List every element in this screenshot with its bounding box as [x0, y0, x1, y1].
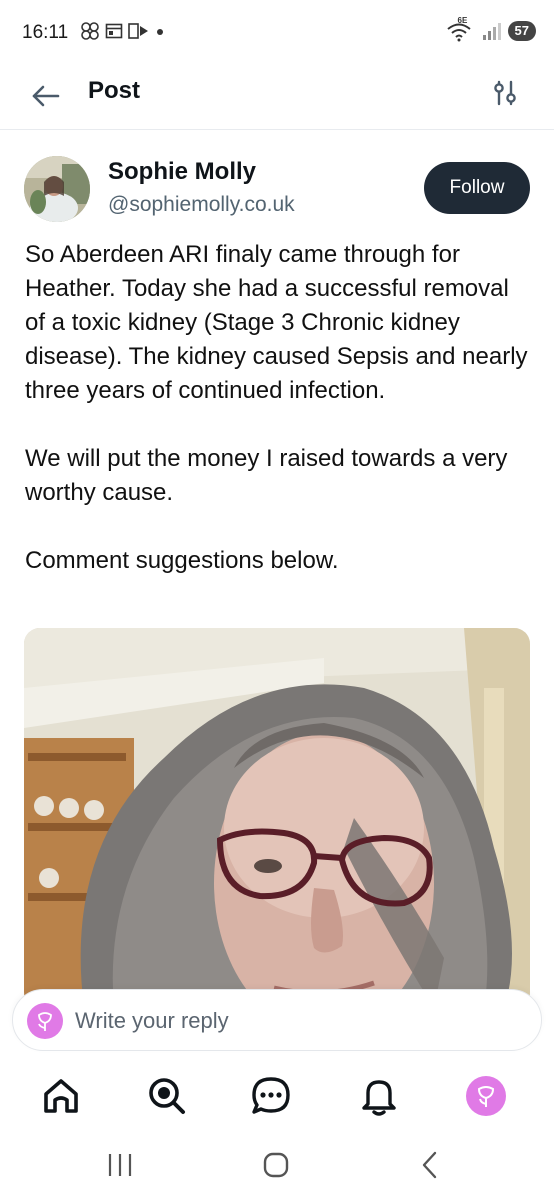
search-icon[interactable]: [145, 1074, 189, 1118]
page-title: Post: [88, 77, 141, 104]
header: Post: [0, 64, 554, 130]
network-type-label: 6E: [457, 16, 468, 25]
user-avatar: [27, 1003, 63, 1039]
bell-icon[interactable]: [357, 1074, 401, 1118]
bottom-nav: [0, 1058, 554, 1138]
dot-icon: [157, 29, 163, 35]
calendar-icon: [105, 23, 123, 39]
home-icon[interactable]: [39, 1074, 83, 1118]
signal-icon: [482, 23, 501, 40]
author-avatar[interactable]: [24, 156, 90, 222]
follow-button[interactable]: Follow: [424, 162, 530, 214]
battery-indicator: 57: [507, 21, 536, 41]
sliders-icon[interactable]: [490, 78, 520, 108]
home-circle-icon[interactable]: [262, 1151, 290, 1179]
post-paragraph: Comment suggestions below.: [25, 547, 339, 574]
reply-placeholder: Write your reply: [75, 1008, 229, 1033]
chat-icon[interactable]: [249, 1074, 293, 1118]
post-image[interactable]: [24, 628, 530, 1008]
status-notification-icons: [80, 21, 165, 41]
status-system-icons: 6E 57: [446, 16, 536, 42]
post-body: So Aberdeen ARI finaly came through for …: [25, 238, 535, 612]
arrow-left-icon[interactable]: [28, 78, 64, 114]
status-time: 16:11: [22, 22, 69, 43]
profile-avatar[interactable]: [466, 1076, 510, 1120]
post-paragraph: We will put the money I raised towards a…: [25, 445, 508, 506]
recents-icon[interactable]: [106, 1152, 134, 1178]
play-store-icon: [128, 23, 148, 39]
author-handle[interactable]: @sophiemolly.co.uk: [108, 193, 295, 217]
reply-input[interactable]: Write your reply: [12, 989, 542, 1051]
system-nav-bar: [0, 1138, 554, 1200]
wifi-icon: 6E: [446, 16, 476, 42]
back-chevron-icon[interactable]: [420, 1150, 440, 1180]
pinwheel-icon: [81, 22, 99, 40]
profile-avatar-circle: [466, 1076, 506, 1116]
post-paragraph: So Aberdeen ARI finaly came through for …: [25, 241, 528, 404]
author-name[interactable]: Sophie Molly: [108, 158, 256, 186]
status-bar: 16:11 6E 57: [0, 0, 554, 64]
